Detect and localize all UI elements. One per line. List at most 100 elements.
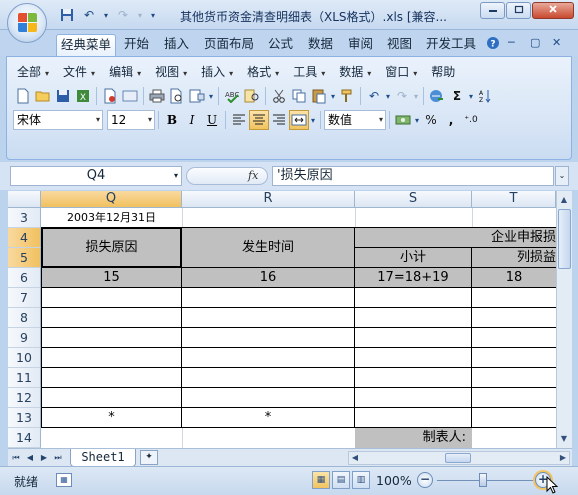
prev-sheet-icon[interactable]: ◀: [24, 451, 36, 465]
cell-r12[interactable]: [182, 388, 355, 408]
menu-insert[interactable]: 插入 ▾: [195, 63, 241, 81]
row-header-4[interactable]: 4: [8, 228, 41, 248]
formula-input[interactable]: '损失原因: [272, 166, 554, 186]
cell-t10[interactable]: [472, 348, 556, 368]
macro-record-icon[interactable]: ▦: [56, 473, 72, 487]
zoom-out-icon[interactable]: −: [417, 472, 433, 488]
cell-r9[interactable]: [182, 328, 355, 348]
first-sheet-icon[interactable]: ⏮: [10, 451, 22, 465]
accounting-format-icon[interactable]: [393, 110, 413, 130]
row-header-14[interactable]: 14: [8, 428, 41, 448]
cell-s10[interactable]: [355, 348, 472, 368]
save-icon[interactable]: [58, 6, 76, 24]
cell-r10[interactable]: [182, 348, 355, 368]
align-left-icon[interactable]: [229, 110, 249, 130]
italic-button[interactable]: I: [182, 110, 202, 130]
column-header-s[interactable]: S: [355, 191, 472, 208]
tab-home[interactable]: 开始: [120, 34, 153, 56]
tab-view[interactable]: 视图: [383, 34, 416, 56]
redo-toolbar-dropdown-icon[interactable]: ▾: [412, 86, 420, 106]
cell-t8[interactable]: [472, 308, 556, 328]
align-center-icon[interactable]: [249, 110, 269, 130]
cell-t11[interactable]: [472, 368, 556, 388]
cell-r4[interactable]: 发生时间: [182, 227, 355, 268]
open-folder-icon[interactable]: [33, 86, 53, 106]
row-header-11[interactable]: 11: [8, 368, 41, 388]
cell-t7[interactable]: [472, 288, 556, 308]
page-break-view-icon[interactable]: ▥: [352, 471, 370, 489]
sort-icon[interactable]: AZ: [475, 86, 495, 106]
cell-q9[interactable]: [41, 328, 182, 348]
row-header-13[interactable]: 13: [8, 408, 41, 428]
align-right-icon[interactable]: [269, 110, 289, 130]
menu-view[interactable]: 视图 ▾: [149, 63, 195, 81]
row-header-5[interactable]: 5: [8, 248, 41, 268]
tab-insert[interactable]: 插入: [160, 34, 193, 56]
normal-view-icon[interactable]: ▦: [312, 471, 330, 489]
menu-file[interactable]: 文件 ▾: [57, 63, 103, 81]
cell-q6[interactable]: 15: [41, 268, 182, 288]
undo-icon[interactable]: ↶: [80, 6, 98, 24]
cell-q8[interactable]: [41, 308, 182, 328]
cell-r7[interactable]: [182, 288, 355, 308]
cell-s6[interactable]: 17=18+19: [355, 268, 472, 288]
cell-s13[interactable]: [355, 408, 472, 428]
cell-s5[interactable]: 小计: [355, 248, 472, 268]
paste-icon[interactable]: [309, 86, 329, 106]
cell-t9[interactable]: [472, 328, 556, 348]
tab-review[interactable]: 审阅: [344, 34, 377, 56]
print-icon[interactable]: [147, 86, 167, 106]
page-layout-view-icon[interactable]: ▤: [332, 471, 350, 489]
pdf-export-icon[interactable]: [100, 86, 120, 106]
next-sheet-icon[interactable]: ▶: [38, 451, 50, 465]
autosum-icon[interactable]: Σ: [447, 86, 467, 106]
paste-dropdown-icon[interactable]: ▾: [329, 86, 337, 106]
customize-qat-icon[interactable]: ▾: [148, 6, 158, 24]
zoom-slider-thumb[interactable]: [479, 473, 487, 487]
redo-icon[interactable]: ↷: [114, 6, 132, 24]
row-header-10[interactable]: 10: [8, 348, 41, 368]
cell-st4[interactable]: 企业申报损: [355, 227, 556, 248]
save-file-icon[interactable]: [53, 86, 73, 106]
cell-t5[interactable]: 列损益: [472, 248, 556, 268]
cell-q13[interactable]: *: [41, 408, 182, 428]
cell-t6[interactable]: 18: [472, 268, 556, 288]
scroll-down-icon[interactable]: ▼: [557, 432, 571, 446]
cut-icon[interactable]: [269, 86, 289, 106]
ribbon-close-icon[interactable]: ✕: [552, 36, 561, 49]
menu-tools[interactable]: 工具 ▾: [287, 63, 333, 81]
row-header-3[interactable]: 3: [8, 208, 41, 228]
increase-decimal-icon[interactable]: ⁺.0: [461, 110, 481, 130]
menu-help[interactable]: 帮助: [425, 63, 463, 81]
redo-dropdown-icon[interactable]: ▾: [136, 6, 144, 24]
scroll-left-icon[interactable]: ◀: [349, 451, 361, 465]
research-icon[interactable]: [242, 86, 262, 106]
menu-data[interactable]: 数据 ▾: [333, 63, 379, 81]
sheet-tab-sheet1[interactable]: Sheet1: [70, 449, 136, 467]
help-icon[interactable]: ?: [486, 36, 500, 53]
number-format-select[interactable]: 数值 ▾: [324, 110, 386, 130]
row-header-9[interactable]: 9: [8, 328, 41, 348]
horizontal-scrollbar[interactable]: ◀ ▶: [348, 451, 570, 465]
cell-q11[interactable]: [41, 368, 182, 388]
vertical-scroll-thumb[interactable]: [558, 209, 571, 269]
menu-edit[interactable]: 编辑 ▾: [103, 63, 149, 81]
font-size-select[interactable]: 12 ▾: [107, 110, 155, 130]
row-header-6[interactable]: 6: [8, 268, 41, 288]
last-sheet-icon[interactable]: ⏭: [52, 451, 64, 465]
row-header-12[interactable]: 12: [8, 388, 41, 408]
tab-formulas[interactable]: 公式: [264, 34, 297, 56]
zoom-level[interactable]: 100%: [376, 473, 412, 488]
expand-formula-bar-icon[interactable]: ⌄: [555, 166, 569, 186]
redo-toolbar-icon[interactable]: ↷: [392, 86, 412, 106]
font-name-select[interactable]: 宋体 ▾: [13, 110, 103, 130]
column-header-q[interactable]: Q: [41, 191, 182, 208]
cell-s7[interactable]: [355, 288, 472, 308]
cell-s8[interactable]: [355, 308, 472, 328]
insert-function-button[interactable]: fx: [248, 169, 258, 182]
merge-dropdown-icon[interactable]: ▾: [309, 110, 317, 130]
spell-check-icon[interactable]: ABC: [222, 86, 242, 106]
undo-toolbar-icon[interactable]: ↶: [364, 86, 384, 106]
scroll-up-icon[interactable]: ▲: [557, 193, 571, 207]
cell-q4[interactable]: 损失原因: [41, 227, 182, 268]
